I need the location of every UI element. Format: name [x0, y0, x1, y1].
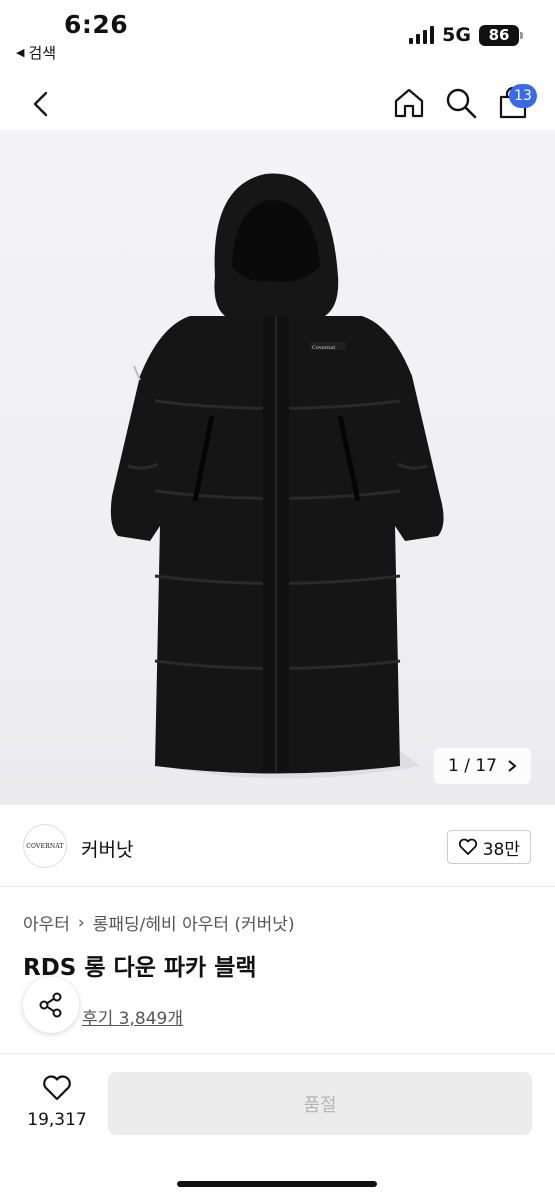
top-nav: [0, 76, 555, 136]
heart-outline-icon: [43, 1075, 71, 1101]
brand-name-link[interactable]: 커버낫: [81, 835, 133, 862]
heart-outline-icon: [458, 838, 477, 855]
breadcrumb-item-outer[interactable]: 아우터: [23, 910, 70, 935]
wishlist-button[interactable]: 19,317: [22, 1074, 92, 1130]
product-image-gallery[interactable]: Covernat 1 / 17: [0, 130, 555, 805]
wishlist-count: 19,317: [27, 1110, 87, 1130]
brand-like-button[interactable]: 38만: [446, 830, 531, 864]
current-image-index: 1: [447, 756, 459, 776]
counter-separator: /: [464, 756, 470, 776]
brand-logo[interactable]: COVERNAT: [23, 824, 67, 868]
battery-icon: 86: [479, 24, 523, 46]
product-title: RDS 롱 다운 파카 블랙: [23, 955, 257, 981]
share-icon: [39, 992, 62, 1018]
battery-level: 86: [488, 26, 510, 44]
brand-row: COVERNAT 커버낫 38만: [0, 805, 555, 887]
back-triangle-icon: ◀: [16, 46, 25, 59]
network-type: 5G: [442, 24, 471, 46]
home-indicator[interactable]: [177, 1181, 377, 1187]
cart-count-badge: 13: [509, 84, 537, 108]
chevron-right-icon: [508, 760, 517, 772]
counter-text: 1 / 17: [448, 756, 497, 776]
total-image-count: 17: [475, 756, 497, 776]
breadcrumb-item-long-padding[interactable]: 롱패딩/헤비 아우터 (커버낫): [93, 910, 295, 935]
signal-icon: [409, 26, 435, 44]
product-image-long-parka: Covernat: [110, 173, 444, 779]
svg-text:Covernat: Covernat: [312, 345, 335, 351]
bottom-action-bar: 19,317 품절: [0, 1053, 555, 1200]
back-arrow-icon[interactable]: [26, 88, 58, 120]
review-count-link[interactable]: 후기 3,849개: [82, 1004, 183, 1029]
sold-out-button[interactable]: 품절: [108, 1072, 532, 1135]
category-breadcrumb: 아우터 › 롱패딩/헤비 아우터 (커버낫): [23, 910, 295, 936]
share-button[interactable]: [23, 977, 79, 1033]
back-to-search-app[interactable]: ◀ 검색: [16, 42, 56, 63]
status-indicators: 5G 86: [409, 24, 523, 46]
brand-logo-text: COVERNAT: [26, 842, 64, 850]
image-page-counter[interactable]: 1 / 17: [433, 748, 531, 784]
status-bar: 6:26 ◀ 검색 5G 86: [0, 0, 555, 70]
search-icon[interactable]: [444, 86, 478, 120]
brand-like-count: 38만: [482, 839, 520, 860]
back-to-app-label: 검색: [28, 44, 57, 62]
home-icon[interactable]: [392, 86, 426, 120]
status-time: 6:26: [64, 10, 129, 39]
chevron-right-icon: ›: [77, 912, 85, 933]
